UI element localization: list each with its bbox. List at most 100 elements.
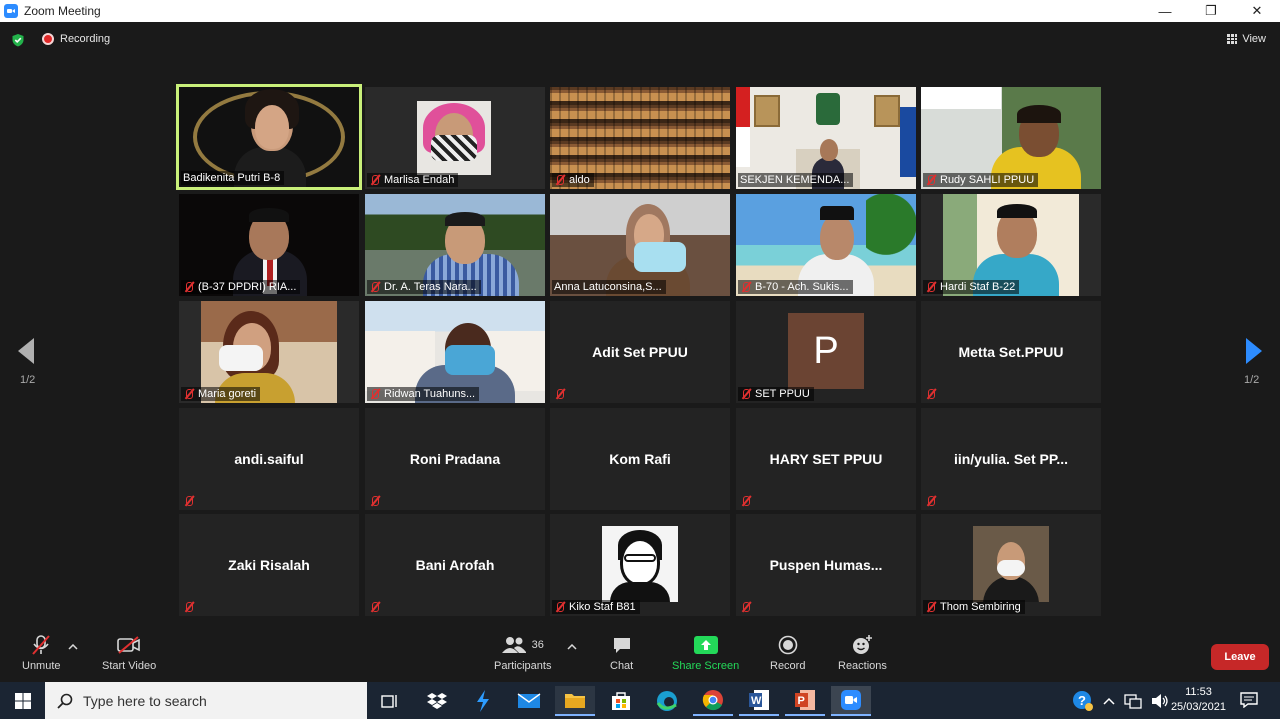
view-button[interactable]: View xyxy=(1227,33,1266,45)
restore-button[interactable]: ❐ xyxy=(1188,0,1234,22)
next-page-arrow-icon[interactable] xyxy=(1246,338,1262,364)
start-button[interactable] xyxy=(0,682,45,719)
recording-label: Recording xyxy=(60,33,111,45)
muted-mic-icon xyxy=(554,174,566,186)
muted-mic-icon xyxy=(369,174,381,186)
participant-label: Thom Sembiring xyxy=(923,600,1025,614)
video-tile-1[interactable]: Badikenita Putri B-8 xyxy=(176,84,362,190)
microsoft-store-icon[interactable] xyxy=(601,686,641,716)
participant-label: Rudy SAHLI PPUU xyxy=(923,173,1039,187)
help-notification-icon[interactable]: ? xyxy=(1072,690,1094,712)
task-view-icon[interactable] xyxy=(370,686,410,716)
participant-name: Bani Arofah xyxy=(415,557,495,573)
name-tile-metta[interactable]: Metta Set.PPUU xyxy=(921,301,1101,403)
participant-label: (B-37 DPDRI) RIA... xyxy=(181,280,301,294)
reactions-button[interactable]: Reactions xyxy=(838,634,887,672)
participant-label xyxy=(367,494,385,508)
chat-icon xyxy=(613,638,630,653)
taskbar-clock[interactable]: 11:53 25/03/2021 xyxy=(1171,685,1226,715)
video-tile-3[interactable]: aldo xyxy=(550,87,730,189)
zoom-app-icon[interactable] xyxy=(831,686,871,716)
start-video-button[interactable]: Start Video xyxy=(102,634,156,672)
video-tile-10[interactable]: Hardi Staf B-22 xyxy=(921,194,1101,296)
chrome-browser-icon[interactable] xyxy=(693,686,733,716)
show-hidden-icons-chevron-icon[interactable] xyxy=(1103,697,1115,705)
record-button[interactable]: Record xyxy=(770,634,805,672)
video-tile-2[interactable]: Marlisa Endah xyxy=(365,87,545,189)
dropbox-icon[interactable] xyxy=(417,686,457,716)
search-placeholder: Type here to search xyxy=(83,692,207,709)
unmute-button[interactable]: Unmute xyxy=(22,634,61,672)
close-button[interactable]: ✕ xyxy=(1234,0,1280,22)
video-tile-8[interactable]: Anna Latuconsina,S... xyxy=(550,194,730,296)
participant-label xyxy=(552,387,570,401)
view-label: View xyxy=(1242,33,1266,45)
participant-name: Roni Pradana xyxy=(409,451,501,467)
participant-name: Adit Set PPUU xyxy=(592,344,688,360)
microsoft-word-icon[interactable]: W xyxy=(739,686,779,716)
recording-indicator[interactable]: Recording xyxy=(42,33,110,45)
window-title: Zoom Meeting xyxy=(24,4,101,18)
action-center-icon[interactable] xyxy=(1240,692,1258,708)
video-tile-11[interactable]: Maria goreti xyxy=(179,301,359,403)
minimize-button[interactable]: — xyxy=(1142,0,1188,22)
video-tile-4[interactable]: SEKJEN KEMENDA... xyxy=(736,87,916,189)
chat-button[interactable]: Chat xyxy=(610,634,633,672)
participant-label: Anna Latuconsina,S... xyxy=(552,280,666,294)
volume-icon[interactable] xyxy=(1151,693,1169,709)
zoom-logo-icon xyxy=(4,4,18,18)
muted-mic-icon xyxy=(183,281,195,293)
start-video-label: Start Video xyxy=(102,660,157,672)
participant-name: Puspen Humas... xyxy=(769,557,883,573)
record-label: Record xyxy=(770,660,806,672)
muted-mic-icon xyxy=(740,601,752,613)
unmute-options-chevron-icon[interactable] xyxy=(68,644,78,650)
avatar xyxy=(602,526,678,602)
video-tile-6[interactable]: (B-37 DPDRI) RIA... xyxy=(179,194,359,296)
file-explorer-icon[interactable] xyxy=(555,686,595,716)
name-tile-adit[interactable]: Adit Set PPUU xyxy=(550,301,730,403)
leave-button[interactable]: Leave xyxy=(1211,644,1269,670)
shield-icon[interactable] xyxy=(11,33,25,47)
name-tile-zaki[interactable]: Zaki Risalah xyxy=(179,514,359,616)
name-tile-bani[interactable]: Bani Arofah xyxy=(365,514,545,616)
participants-options-chevron-icon[interactable] xyxy=(567,644,577,650)
video-tile-kiko[interactable]: Kiko Staf B81 xyxy=(550,514,730,616)
video-tile-5[interactable]: Rudy SAHLI PPUU xyxy=(921,87,1101,189)
video-tile-set-ppuu[interactable]: P SET PPUU xyxy=(736,301,916,403)
record-icon xyxy=(778,635,798,655)
name-tile-hary[interactable]: HARY SET PPUU xyxy=(736,408,916,510)
muted-mic-icon xyxy=(925,495,937,507)
video-tile-thom[interactable]: Thom Sembiring xyxy=(921,514,1101,616)
microsoft-powerpoint-icon[interactable]: P xyxy=(785,686,825,716)
participants-button[interactable]: 36 Participants xyxy=(494,634,551,672)
name-tile-kom-rafi[interactable]: Kom Rafi xyxy=(550,408,730,510)
name-tile-roni[interactable]: Roni Pradana xyxy=(365,408,545,510)
windows-taskbar: Type here to search W P ? 11:53 25/03/20… xyxy=(0,682,1280,719)
chat-label: Chat xyxy=(610,660,634,672)
title-bar: Zoom Meeting — ❐ ✕ xyxy=(0,0,1280,22)
mail-icon[interactable] xyxy=(509,686,549,716)
share-screen-button[interactable]: Share Screen xyxy=(672,634,739,672)
network-icon[interactable] xyxy=(1124,693,1142,709)
video-tile-7[interactable]: Dr. A. Teras Nara... xyxy=(365,194,545,296)
edge-browser-icon[interactable] xyxy=(647,686,687,716)
name-tile-iin-yulia[interactable]: iin/yulia. Set PP... xyxy=(921,408,1101,510)
taskbar-search-box[interactable]: Type here to search xyxy=(45,682,367,719)
participant-label xyxy=(367,600,385,614)
muted-mic-icon xyxy=(554,388,566,400)
system-tray: ? xyxy=(1072,682,1169,719)
name-tile-andi[interactable]: andi.saiful xyxy=(179,408,359,510)
previous-page-arrow-icon[interactable] xyxy=(18,338,34,364)
muted-mic-icon xyxy=(183,601,195,613)
participants-label: Participants xyxy=(494,660,552,672)
video-tile-12[interactable]: Ridwan Tuahuns... xyxy=(365,301,545,403)
windows-logo-icon xyxy=(14,692,31,709)
name-tile-puspen[interactable]: Puspen Humas... xyxy=(736,514,916,616)
participant-name: Zaki Risalah xyxy=(228,557,310,573)
video-tile-9[interactable]: B-70 - Ach. Sukis... xyxy=(736,194,916,296)
participant-name: andi.saiful xyxy=(234,451,304,467)
visual-studio-code-icon[interactable] xyxy=(463,686,503,716)
meeting-top-bar: Recording View xyxy=(0,22,1280,58)
participant-label: Badikenita Putri B-8 xyxy=(181,171,285,185)
